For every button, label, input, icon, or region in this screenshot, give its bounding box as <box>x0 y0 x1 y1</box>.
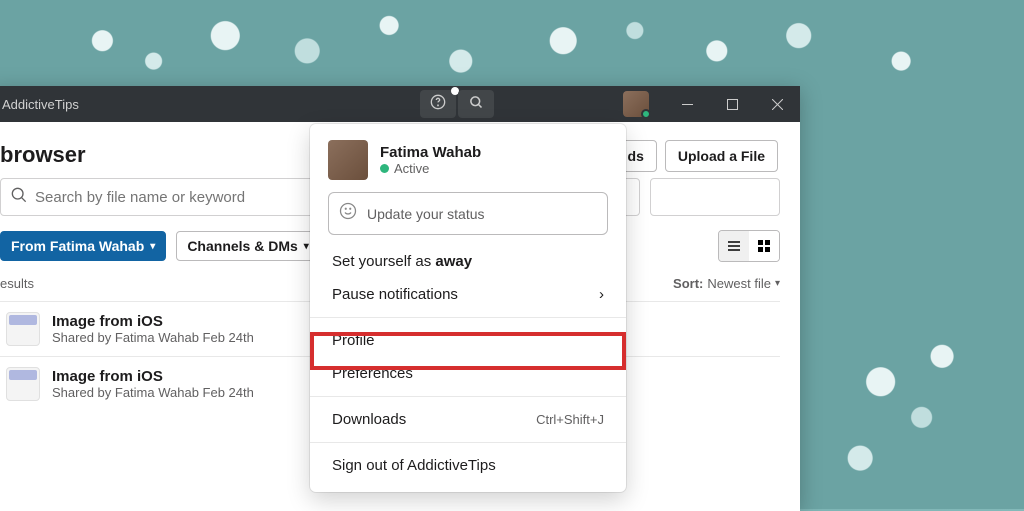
smile-icon <box>339 202 357 225</box>
window-minimize-button[interactable] <box>665 86 710 122</box>
menu-separator <box>310 317 626 318</box>
window-maximize-button[interactable] <box>710 86 755 122</box>
update-status-button[interactable]: Update your status <box>328 192 608 235</box>
chevron-down-icon: ▾ <box>775 278 780 289</box>
window-title: AddictiveTips <box>2 97 79 112</box>
filter-label: Channels & DMs <box>187 238 297 254</box>
file-title: Image from iOS <box>52 368 254 385</box>
menu-label: Preferences <box>332 365 413 382</box>
profile-header: Fatima Wahab Active <box>310 140 626 192</box>
sort-value: Newest file <box>707 276 771 291</box>
search-button-titlebar[interactable] <box>458 90 494 118</box>
file-subtitle: Shared by Fatima Wahab Feb 24th <box>52 385 254 400</box>
presence-dot <box>641 109 651 119</box>
results-header: esults <box>0 276 34 291</box>
help-icon <box>430 94 446 114</box>
menu-label: Pause notifications <box>332 286 458 303</box>
window-close-button[interactable] <box>755 86 800 122</box>
sort-dropdown[interactable]: Sort: Newest file ▾ <box>673 276 780 291</box>
file-subtitle: Shared by Fatima Wahab Feb 24th <box>52 330 254 345</box>
search-icon <box>11 187 27 208</box>
secondary-input[interactable] <box>650 178 780 216</box>
menu-pause-notifications[interactable]: Pause notifications › <box>310 278 626 311</box>
filter-channels-dms[interactable]: Channels & DMs ▾ <box>176 231 320 261</box>
menu-profile[interactable]: Profile <box>310 324 626 357</box>
app-window: AddictiveTips <box>0 86 800 511</box>
profile-menu: Fatima Wahab Active Update your status S… <box>310 124 626 492</box>
view-grid-button[interactable] <box>749 231 779 261</box>
status-placeholder: Update your status <box>367 206 485 222</box>
menu-separator <box>310 396 626 397</box>
user-avatar <box>328 140 368 180</box>
menu-separator <box>310 442 626 443</box>
chevron-down-icon: ▾ <box>304 241 309 252</box>
search-icon <box>469 95 484 113</box>
titlebar: AddictiveTips <box>0 86 800 122</box>
view-list-button[interactable] <box>719 231 749 261</box>
upload-file-button[interactable]: Upload a File <box>665 140 778 172</box>
menu-label: Profile <box>332 332 375 349</box>
profile-status: Active <box>380 161 481 176</box>
sort-label: Sort: <box>673 276 703 291</box>
user-avatar-titlebar[interactable] <box>623 91 649 117</box>
filter-label: From Fatima Wahab <box>11 238 144 254</box>
profile-name: Fatima Wahab <box>380 144 481 161</box>
filter-from-user[interactable]: From Fatima Wahab ▾ <box>0 231 166 261</box>
menu-downloads[interactable]: Downloads Ctrl+Shift+J <box>310 403 626 436</box>
menu-preferences[interactable]: Preferences <box>310 357 626 390</box>
menu-set-away[interactable]: Set yourself as away <box>310 245 626 278</box>
presence-dot <box>380 164 389 173</box>
view-toggle <box>718 230 780 262</box>
keyboard-shortcut: Ctrl+Shift+J <box>536 412 604 427</box>
menu-sign-out[interactable]: Sign out of AddictiveTips <box>310 449 626 482</box>
file-title: Image from iOS <box>52 313 254 330</box>
menu-label: Sign out of AddictiveTips <box>332 457 496 474</box>
chevron-right-icon: › <box>599 286 604 303</box>
file-thumbnail <box>6 312 40 346</box>
status-text: Active <box>394 161 429 176</box>
chevron-down-icon: ▾ <box>150 241 155 252</box>
file-thumbnail <box>6 367 40 401</box>
menu-label: Downloads <box>332 411 406 428</box>
menu-label: Set yourself as away <box>332 253 472 270</box>
help-button[interactable] <box>420 90 456 118</box>
